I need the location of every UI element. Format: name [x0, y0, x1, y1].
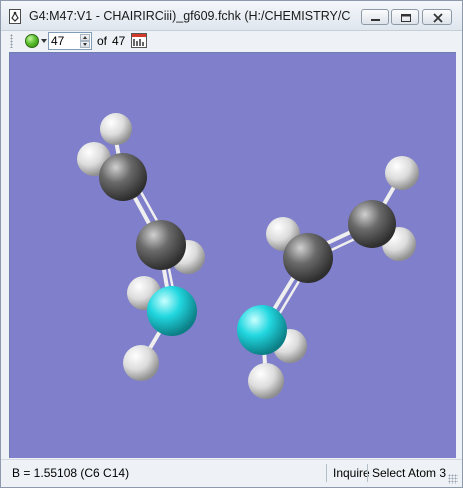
maximize-button[interactable] — [391, 9, 419, 25]
close-icon — [433, 13, 443, 23]
hydrogen-atom[interactable] — [385, 156, 419, 190]
nitrogen-atom[interactable] — [147, 286, 197, 336]
animation-toolbar: of 47 — [1, 31, 462, 51]
status-message: B = 1.55108 (C6 C14) — [12, 466, 130, 480]
toolbar-grip[interactable] — [10, 34, 13, 48]
frame-spinbox[interactable] — [48, 32, 92, 50]
hydrogen-atom[interactable] — [100, 113, 132, 145]
gaussview-window: G4:M47:V1 - CHAIRIRCiii)_gf609.fchk (H:/… — [0, 0, 463, 488]
nitrogen-atom[interactable] — [237, 305, 287, 355]
frame-number-input[interactable] — [51, 34, 79, 48]
hydrogen-atom[interactable] — [123, 345, 159, 381]
molecule-rendering[interactable] — [10, 53, 457, 459]
minimize-icon — [371, 19, 380, 21]
minimize-button[interactable] — [361, 9, 389, 25]
spin-up-icon[interactable] — [80, 34, 90, 41]
status-divider — [326, 464, 327, 482]
of-label: of — [97, 34, 108, 48]
resize-grip-icon[interactable] — [448, 474, 458, 484]
animation-chart-icon[interactable] — [131, 33, 147, 48]
total-frames: 47 — [112, 34, 126, 48]
window-title: G4:M47:V1 - CHAIRIRCiii)_gf609.fchk (H:/… — [29, 9, 351, 23]
status-mode: Inquire — [333, 466, 370, 480]
carbon-atom[interactable] — [283, 233, 333, 283]
green-ball-play-icon[interactable] — [25, 34, 39, 48]
status-bar: B = 1.55108 (C6 C14) Inquire Select Atom… — [1, 459, 462, 487]
maximize-icon — [401, 14, 411, 22]
status-action: Select Atom 3 — [372, 466, 447, 480]
status-divider — [367, 464, 368, 482]
molecule-viewport[interactable] — [9, 52, 456, 458]
carbon-atom[interactable] — [99, 153, 147, 201]
carbon-atom[interactable] — [136, 220, 186, 270]
carbon-atom[interactable] — [348, 200, 396, 248]
app-document-icon — [9, 9, 21, 24]
title-bar[interactable]: G4:M47:V1 - CHAIRIRCiii)_gf609.fchk (H:/… — [1, 1, 462, 31]
close-button[interactable] — [422, 9, 452, 25]
hydrogen-atom[interactable] — [248, 363, 284, 399]
play-dropdown-arrow-icon[interactable] — [41, 39, 47, 43]
spin-down-icon[interactable] — [80, 41, 90, 48]
